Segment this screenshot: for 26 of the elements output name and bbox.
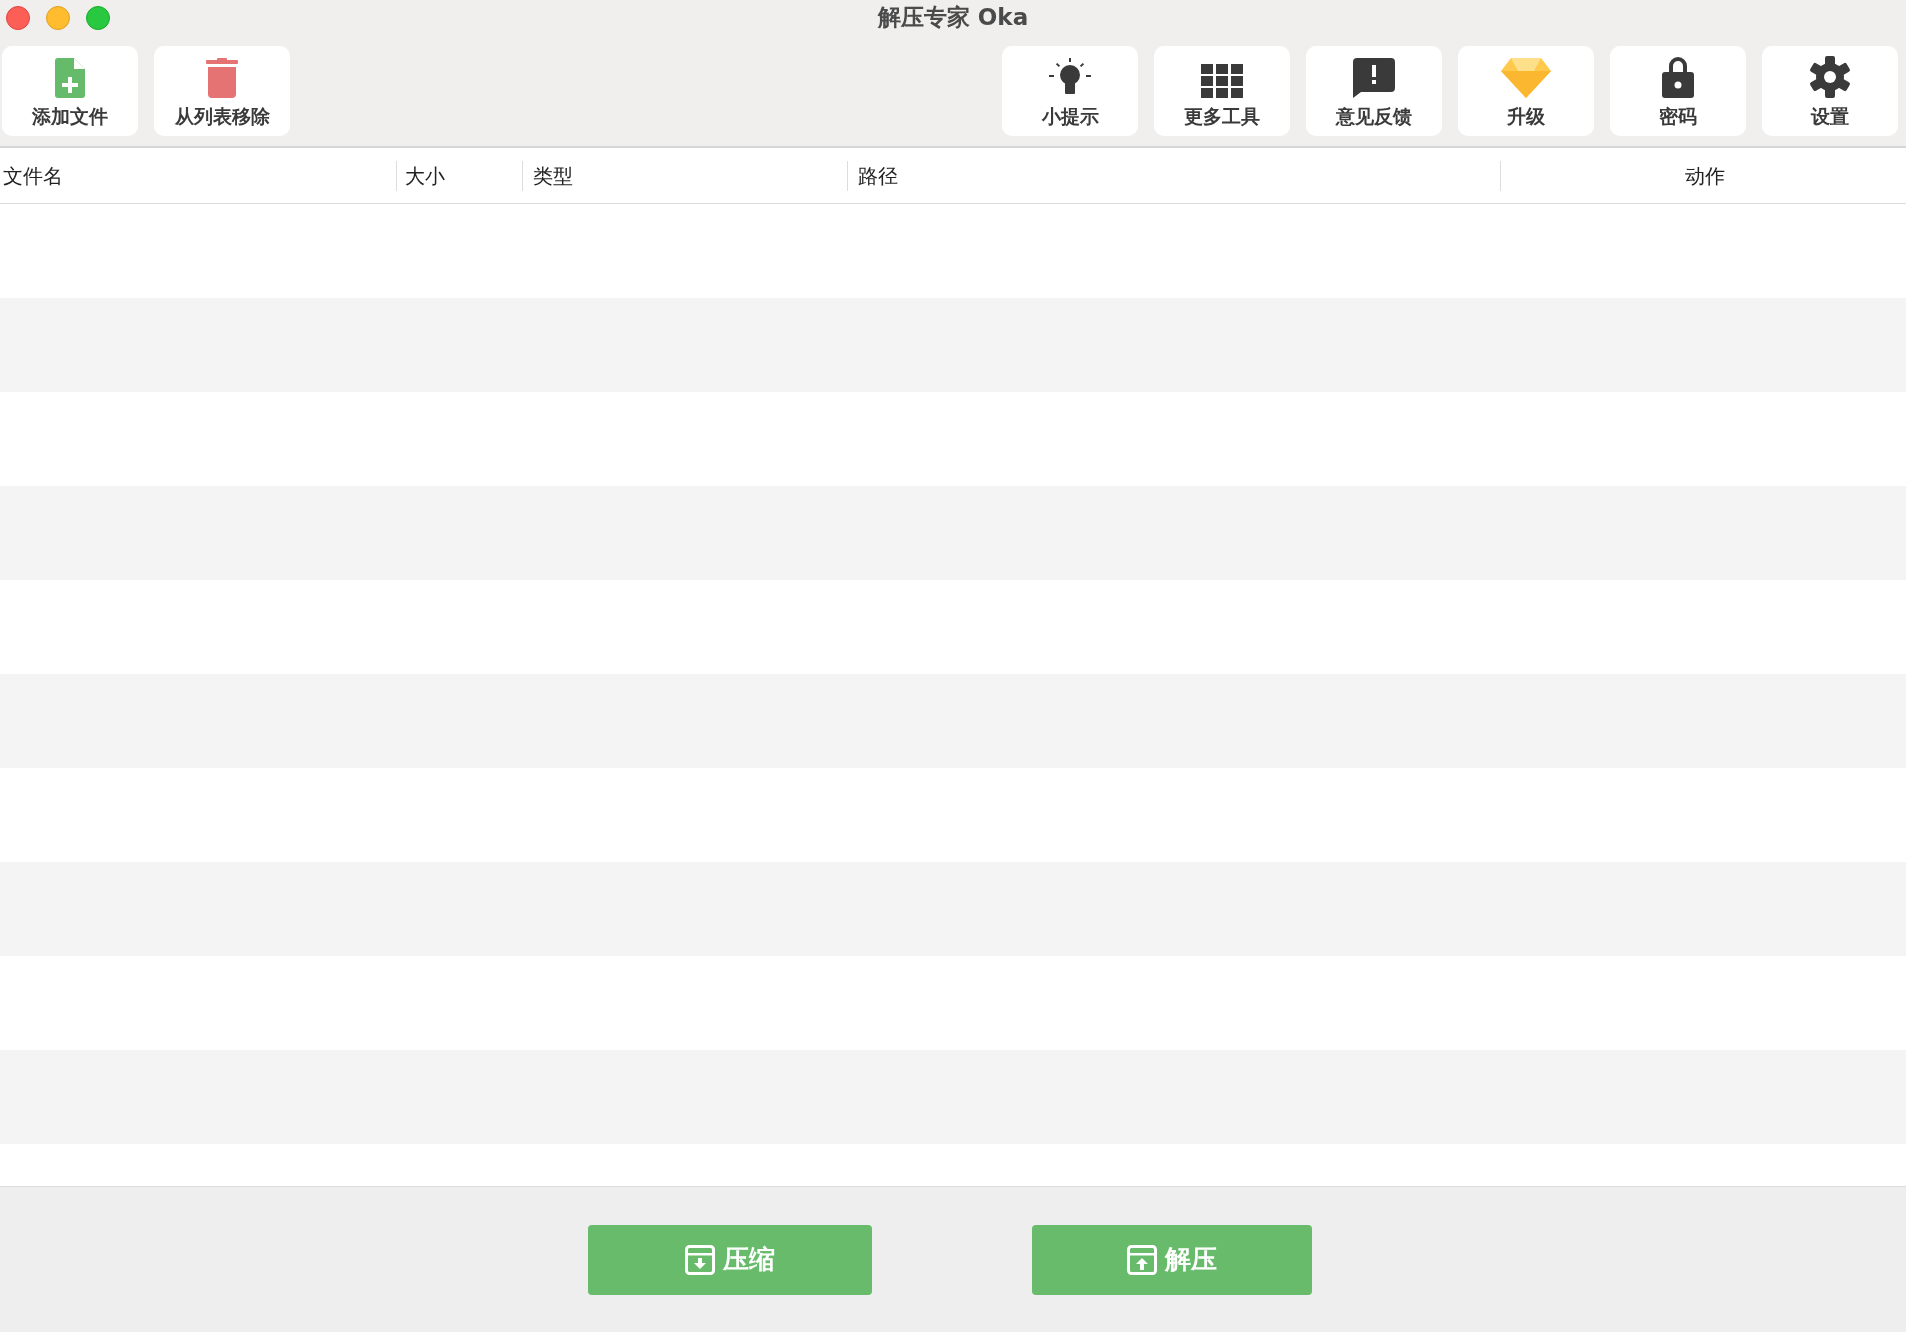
column-header[interactable]: 类型: [523, 160, 848, 191]
column-header[interactable]: 大小: [397, 160, 523, 191]
settings-icon: [1809, 56, 1851, 98]
window-title: 解压专家 Oka: [877, 2, 1029, 32]
trash-icon: [206, 58, 238, 98]
toolbar-button[interactable]: 密码: [1610, 46, 1746, 136]
speech-bubble-icon: [1353, 58, 1395, 98]
lock-icon: [1662, 56, 1694, 98]
toolbar-button[interactable]: 小提示: [1002, 46, 1138, 136]
minimize-button[interactable]: [46, 6, 70, 30]
archive-down-icon: [685, 1244, 715, 1275]
archive-up-icon: [1127, 1244, 1157, 1275]
grid-icon: [1201, 64, 1243, 98]
close-button[interactable]: [6, 6, 30, 30]
toolbar-button[interactable]: 设置: [1762, 46, 1898, 136]
toolbar-button[interactable]: 更多工具: [1154, 46, 1290, 136]
column-header[interactable]: 动作: [1501, 160, 1906, 191]
zoom-button[interactable]: [86, 6, 110, 30]
column-header[interactable]: 文件名: [0, 160, 397, 191]
diamond-icon: [1501, 58, 1551, 98]
toolbar-button[interactable]: 意见反馈: [1306, 46, 1442, 136]
file-add-icon: [55, 58, 85, 98]
toolbar-button[interactable]: 升级: [1458, 46, 1594, 136]
toolbar-button[interactable]: 添加文件: [2, 46, 138, 136]
toolbar-button[interactable]: 从列表移除: [154, 46, 290, 136]
column-header[interactable]: 路径: [848, 160, 1501, 191]
